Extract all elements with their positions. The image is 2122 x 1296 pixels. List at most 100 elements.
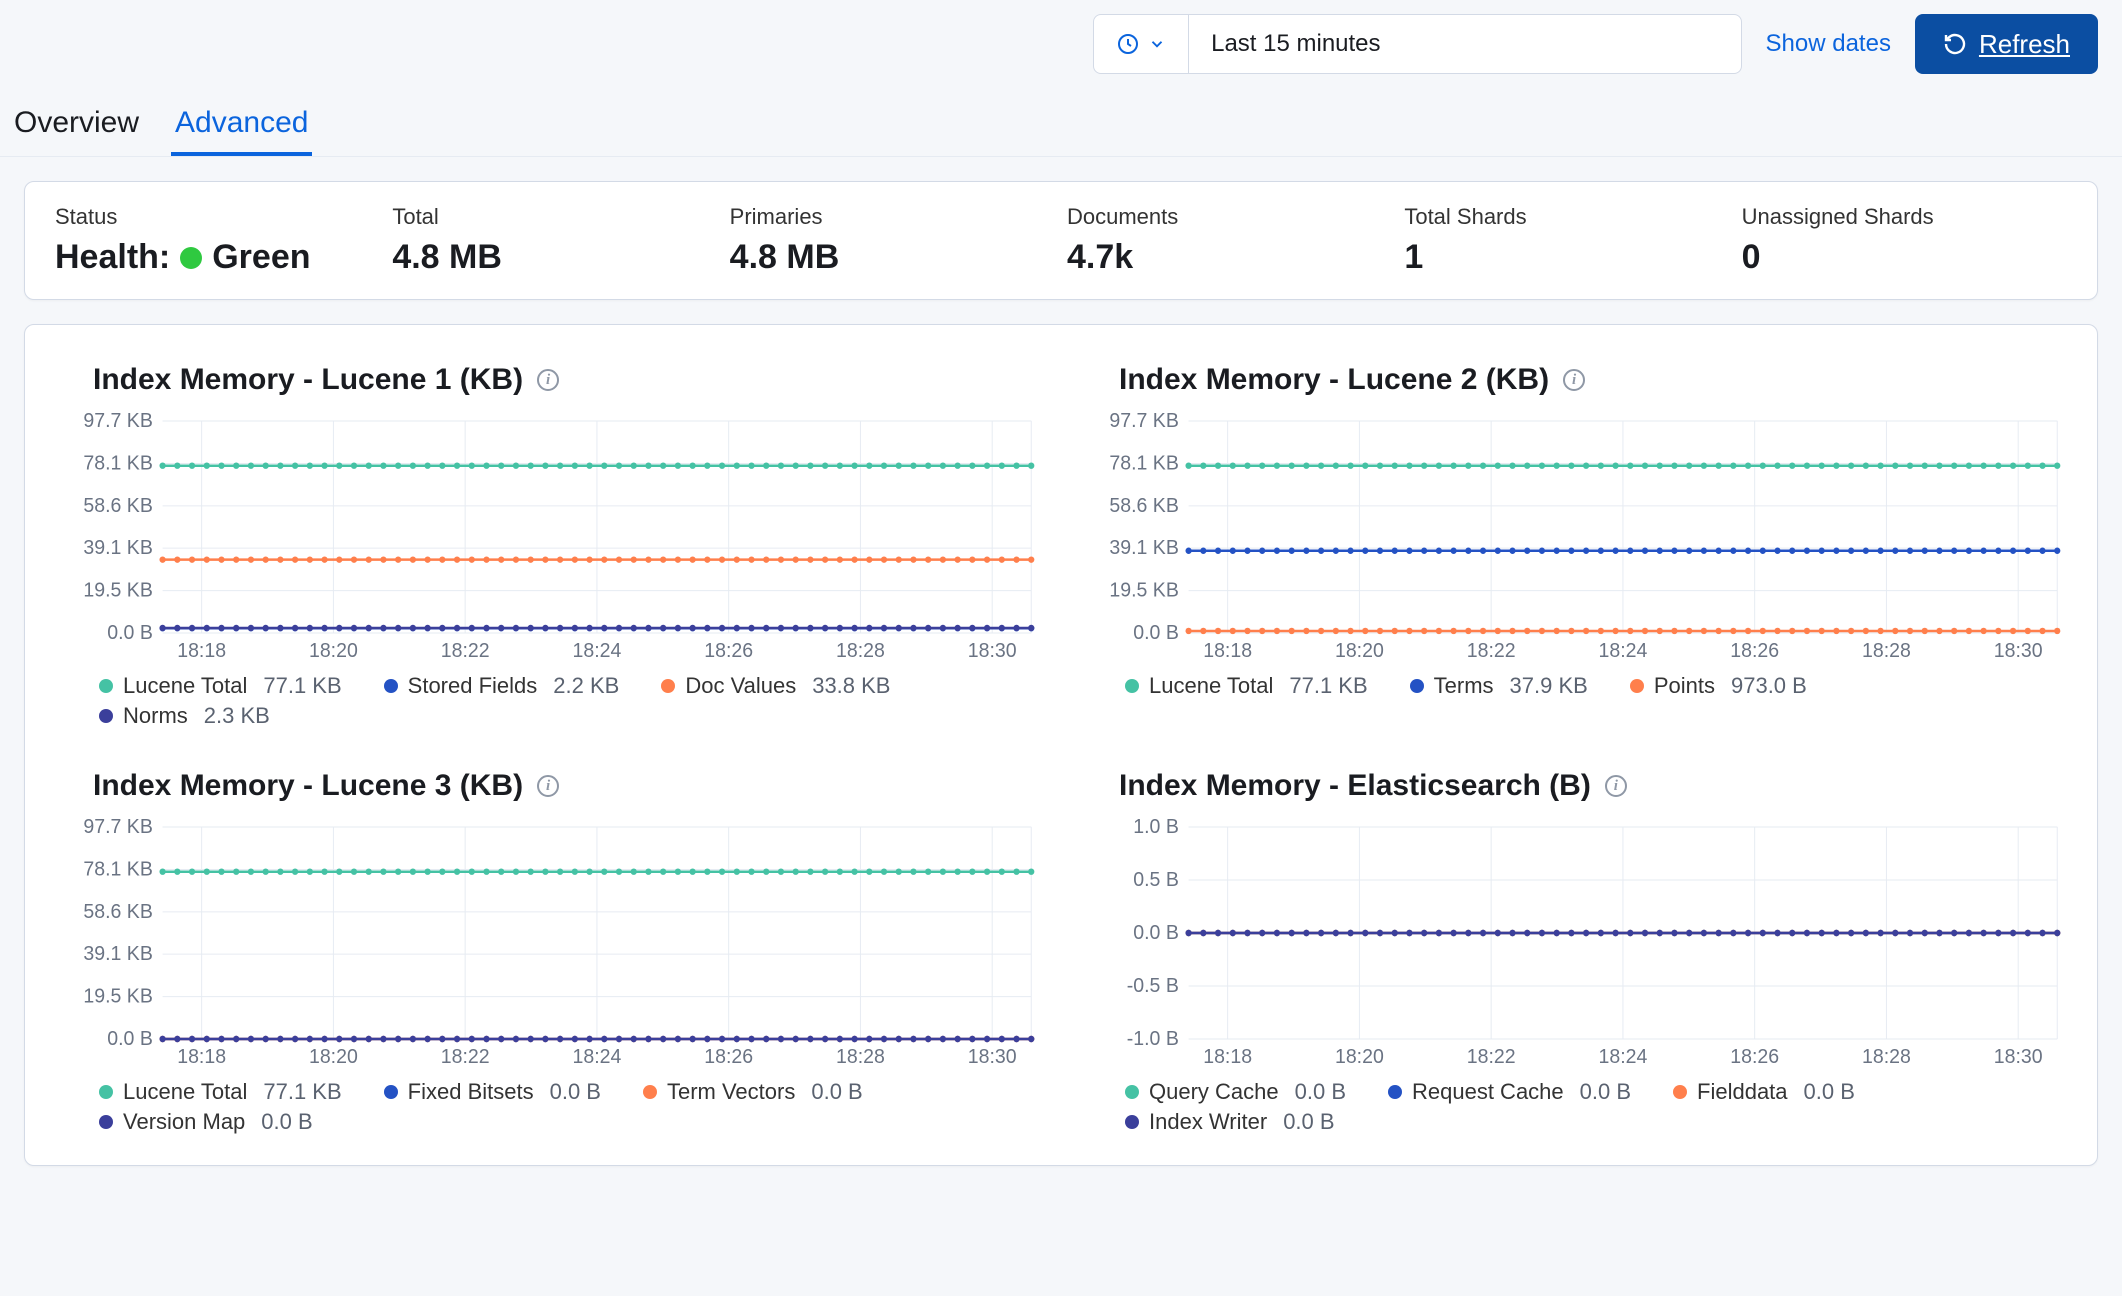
svg-text:18:30: 18:30 — [1994, 1046, 2043, 1068]
legend-name: Lucene Total — [123, 1079, 247, 1105]
tab-advanced[interactable]: Advanced — [171, 106, 312, 156]
svg-text:97.7 KB: 97.7 KB — [83, 819, 152, 838]
svg-text:18:24: 18:24 — [573, 640, 622, 662]
chart-title-text: Index Memory - Lucene 3 (KB) — [93, 769, 523, 803]
chart-legend: Lucene Total 77.1 KB Stored Fields2.2 KB Do… — [99, 673, 1041, 729]
svg-text:18:28: 18:28 — [1862, 1046, 1911, 1068]
legend-name: Lucene Total — [1149, 673, 1273, 699]
time-range-text[interactable]: Last 15 minutes — [1189, 15, 1740, 73]
svg-text:18:22: 18:22 — [441, 1046, 490, 1068]
svg-text:18:20: 18:20 — [309, 1046, 358, 1068]
svg-text:18:20: 18:20 — [309, 640, 358, 662]
chart-lucene3: Index Memory - Lucene 3 (KB) i 0.0 B19.5… — [55, 769, 1041, 1135]
svg-text:18:18: 18:18 — [177, 1046, 226, 1068]
chart-title: Index Memory - Elasticsearch (B) i — [1119, 769, 2067, 803]
legend-item[interactable]: Fixed Bitsets0.0 B — [384, 1079, 601, 1105]
legend-item[interactable]: Points973.0 B — [1630, 673, 1807, 699]
svg-text:19.5 KB: 19.5 KB — [83, 579, 152, 601]
stat-primaries: Primaries 4.8 MB — [730, 204, 1055, 277]
legend-name: Lucene Total — [123, 673, 247, 699]
legend-swatch-icon — [1388, 1085, 1402, 1099]
legend-swatch-icon — [1125, 1085, 1139, 1099]
stat-label: Status — [55, 204, 380, 230]
info-icon[interactable]: i — [1605, 775, 1627, 797]
summary-panel: Status Health: Green Total 4.8 MB Primar… — [24, 181, 2098, 300]
legend-item[interactable]: Query Cache 0.0 B — [1125, 1079, 1346, 1105]
svg-text:18:22: 18:22 — [1467, 640, 1516, 662]
legend-value: 33.8 KB — [812, 673, 890, 699]
legend-item[interactable]: Version Map 0.0 B — [99, 1109, 313, 1135]
legend-item[interactable]: Norms2.3 KB — [99, 703, 270, 729]
stat-total: Total 4.8 MB — [392, 204, 717, 277]
svg-text:78.1 KB: 78.1 KB — [83, 858, 152, 880]
legend-item[interactable]: Request Cache0.0 B — [1388, 1079, 1631, 1105]
legend-swatch-icon — [384, 1085, 398, 1099]
svg-text:39.1 KB: 39.1 KB — [1109, 537, 1178, 559]
legend-value: 77.1 KB — [1289, 673, 1367, 699]
chevron-down-icon — [1148, 35, 1166, 53]
svg-text:0.0 B: 0.0 B — [1133, 622, 1179, 644]
svg-text:97.7 KB: 97.7 KB — [1109, 413, 1178, 432]
svg-text:18:28: 18:28 — [1862, 640, 1911, 662]
show-dates-link[interactable]: Show dates — [1758, 24, 1899, 64]
stat-value: 0 — [1742, 238, 2067, 277]
chart-plot[interactable]: 0.0 B19.5 KB39.1 KB58.6 KB78.1 KB97.7 KB… — [65, 413, 1041, 663]
svg-text:18:26: 18:26 — [704, 640, 753, 662]
legend-value: 0.0 B — [261, 1109, 312, 1135]
chart-plot[interactable]: -1.0 B-0.5 B0.0 B0.5 B1.0 B18:1818:2018:… — [1091, 819, 2067, 1069]
legend-item[interactable]: Term Vectors 0.0 B — [643, 1079, 863, 1105]
legend-item[interactable]: Doc Values 33.8 KB — [661, 673, 890, 699]
svg-text:78.1 KB: 78.1 KB — [1109, 452, 1178, 474]
legend-name: Term Vectors — [667, 1079, 795, 1105]
legend-swatch-icon — [1125, 679, 1139, 693]
stat-label: Documents — [1067, 204, 1392, 230]
tab-overview[interactable]: Overview — [10, 106, 143, 156]
refresh-button[interactable]: Refresh — [1915, 14, 2098, 74]
legend-swatch-icon — [99, 709, 113, 723]
legend-swatch-icon — [661, 679, 675, 693]
legend-item[interactable]: Lucene Total 77.1 KB — [99, 673, 342, 699]
refresh-icon — [1943, 32, 1967, 56]
legend-item[interactable]: Lucene Total 77.1 KB — [99, 1079, 342, 1105]
legend-name: Doc Values — [685, 673, 796, 699]
legend-item[interactable]: Fielddata 0.0 B — [1673, 1079, 1855, 1105]
svg-text:18:30: 18:30 — [968, 640, 1017, 662]
svg-text:39.1 KB: 39.1 KB — [83, 943, 152, 965]
svg-text:-1.0 B: -1.0 B — [1127, 1028, 1179, 1050]
clock-icon — [1116, 32, 1140, 56]
info-icon[interactable]: i — [1563, 369, 1585, 391]
chart-plot[interactable]: 0.0 B19.5 KB39.1 KB58.6 KB78.1 KB97.7 KB… — [1091, 413, 2067, 663]
stat-total-shards: Total Shards 1 — [1404, 204, 1729, 277]
svg-text:58.6 KB: 58.6 KB — [1109, 495, 1178, 517]
legend-item[interactable]: Terms37.9 KB — [1410, 673, 1588, 699]
svg-text:18:18: 18:18 — [1203, 1046, 1252, 1068]
legend-name: Query Cache — [1149, 1079, 1279, 1105]
legend-swatch-icon — [1125, 1115, 1139, 1129]
chart-plot[interactable]: 0.0 B19.5 KB39.1 KB58.6 KB78.1 KB97.7 KB… — [65, 819, 1041, 1069]
health-dot-icon — [180, 247, 202, 269]
svg-text:58.6 KB: 58.6 KB — [83, 495, 152, 517]
chart-elasticsearch: Index Memory - Elasticsearch (B) i -1.0 … — [1081, 769, 2067, 1135]
chart-legend: Query Cache 0.0 B Request Cache0.0 B Fieldd… — [1125, 1079, 2067, 1135]
legend-value: 0.0 B — [811, 1079, 862, 1105]
chart-title-text: Index Memory - Elasticsearch (B) — [1119, 769, 1591, 803]
svg-text:18:20: 18:20 — [1335, 640, 1384, 662]
legend-value: 77.1 KB — [263, 673, 341, 699]
chart-lucene2: Index Memory - Lucene 2 (KB) i 0.0 B19.5… — [1081, 363, 2067, 729]
legend-item[interactable]: Lucene Total 77.1 KB — [1125, 673, 1368, 699]
health-value: Health: Green — [55, 238, 380, 277]
info-icon[interactable]: i — [537, 369, 559, 391]
time-range-quick-button[interactable] — [1094, 15, 1189, 73]
legend-item[interactable]: Stored Fields2.2 KB — [384, 673, 620, 699]
svg-text:18:18: 18:18 — [1203, 640, 1252, 662]
info-icon[interactable]: i — [537, 775, 559, 797]
legend-value: 77.1 KB — [263, 1079, 341, 1105]
legend-name: Fielddata — [1697, 1079, 1788, 1105]
legend-name: Version Map — [123, 1109, 245, 1135]
svg-text:18:20: 18:20 — [1335, 1046, 1384, 1068]
legend-value: 0.0 B — [1295, 1079, 1346, 1105]
svg-text:18:26: 18:26 — [1730, 1046, 1779, 1068]
legend-value: 0.0 B — [1804, 1079, 1855, 1105]
health-text: Green — [212, 238, 310, 277]
legend-item[interactable]: Index Writer0.0 B — [1125, 1109, 1335, 1135]
